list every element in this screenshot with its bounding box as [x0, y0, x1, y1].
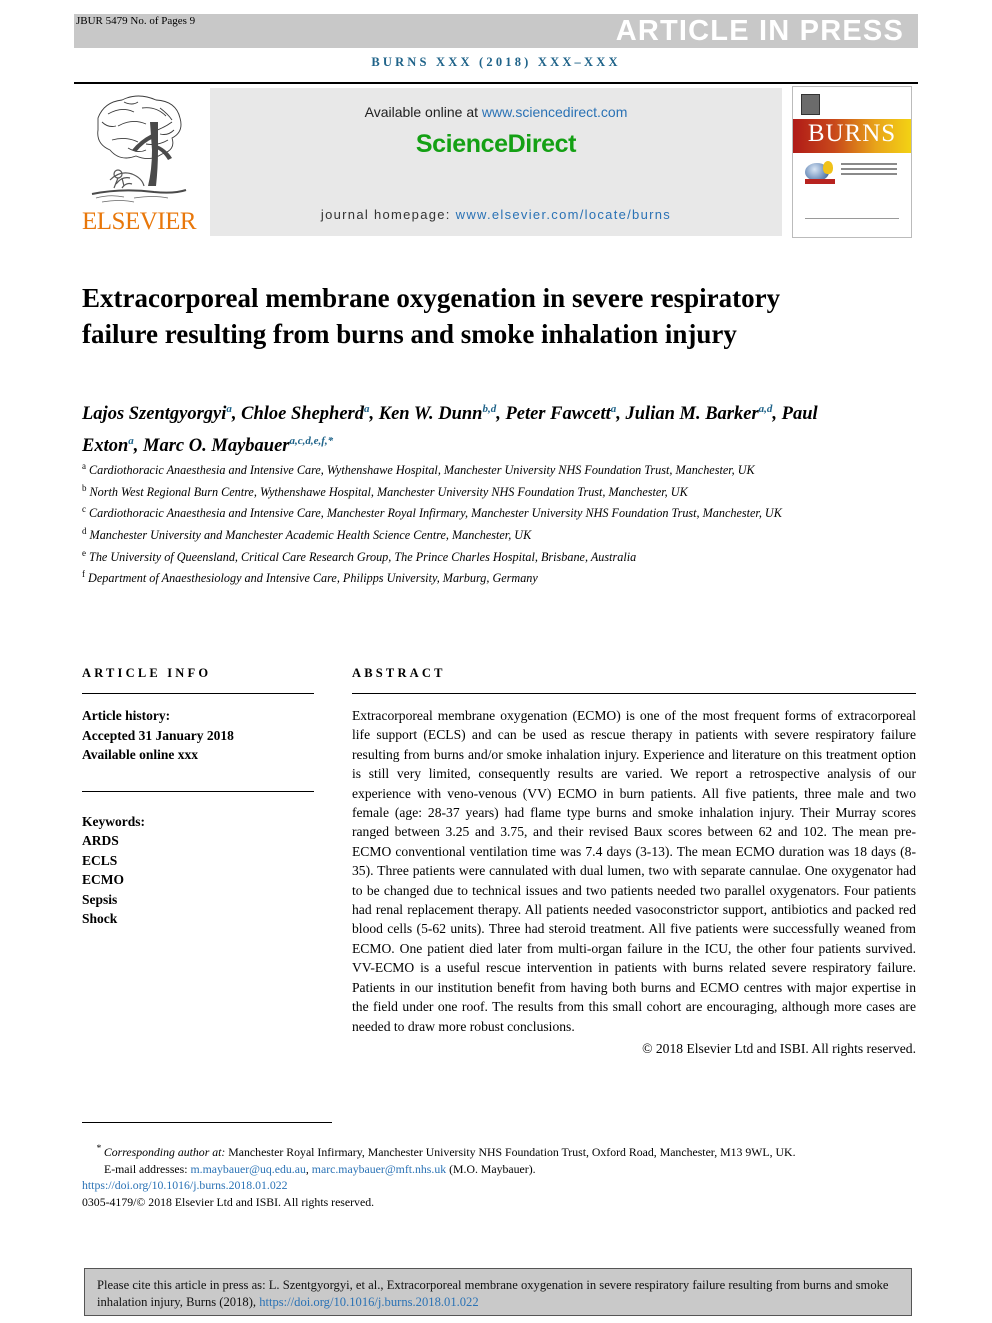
author-name: Lajos Szentgyorgyi	[82, 404, 227, 425]
author-name: Marc O. Maybauer	[143, 436, 290, 457]
affiliation-text: Manchester University and Manchester Aca…	[89, 528, 532, 543]
footnote-divider	[82, 1122, 332, 1123]
journal-cover-thumbnail: BURNS	[792, 86, 912, 238]
elsevier-wordmark: ELSEVIER	[82, 208, 197, 235]
author-list: Lajos Szentgyorgyia, Chloe Shepherda, Ke…	[82, 403, 818, 457]
cover-society-text-lines	[841, 163, 897, 178]
isbi-flame-icon	[823, 161, 833, 174]
article-in-press-band: ARTICLE IN PRESS	[74, 14, 918, 48]
doi-link[interactable]: https://doi.org/10.1016/j.burns.2018.01.…	[82, 1177, 918, 1194]
affiliation-item: b North West Regional Burn Centre, Wythe…	[82, 480, 800, 502]
affiliation-text: Cardiothoracic Anaesthesia and Intensive…	[89, 463, 755, 478]
abstract-divider	[352, 693, 916, 694]
page-title: Extracorporeal membrane oxygenation in s…	[82, 283, 781, 350]
email-link-primary[interactable]: m.maybauer@uq.edu.au	[191, 1162, 306, 1176]
corresponding-author-note: * Corresponding author at: Manchester Ro…	[82, 1141, 918, 1161]
author-affiliation-marker: a	[128, 435, 134, 448]
available-online-line: Available online at www.sciencedirect.co…	[210, 104, 782, 120]
author-name: Peter Fawcett	[505, 404, 611, 425]
author-affiliation-marker: a	[226, 403, 232, 415]
sciencedirect-url-link[interactable]: www.sciencedirect.com	[482, 104, 628, 120]
affiliation-text: Department of Anaesthesiology and Intens…	[88, 571, 538, 586]
email-attribution: (M.O. Maybauer).	[449, 1161, 536, 1176]
cite-doi-link[interactable]: https://doi.org/10.1016/j.burns.2018.01.…	[259, 1295, 478, 1309]
journal-homepage-prefix: journal homepage:	[320, 207, 456, 222]
email-label: E-mail addresses:	[104, 1161, 188, 1176]
elsevier-tree-icon	[91, 95, 187, 203]
author-name: Julian M. Barker	[625, 404, 759, 425]
publisher-banner: ELSEVIER Available online at www.science…	[74, 86, 918, 238]
keyword-item: ECMO	[82, 872, 124, 887]
keyword-item: ECLS	[82, 852, 118, 868]
keywords-block: Keywords: ARDS ECLS ECMO Sepsis Shock	[82, 812, 314, 929]
article-history-block: Article history: Accepted 31 January 201…	[82, 706, 314, 765]
issn-copyright-line: 0305-4179/© 2018 Elsevier Ltd and ISBI. …	[82, 1194, 375, 1209]
article-info-heading: ARTICLE INFO	[82, 666, 212, 680]
cover-journal-title: BURNS	[807, 120, 897, 147]
article-accepted-date: Accepted 31 January 2018	[82, 727, 234, 743]
affiliation-item: c Cardiothoracic Anaesthesia and Intensi…	[82, 501, 800, 523]
affiliation-marker: f	[82, 569, 85, 580]
journal-homepage-line: journal homepage: www.elsevier.com/locat…	[210, 207, 782, 222]
sciencedirect-wordmark: ScienceDirect	[415, 130, 577, 158]
email-link-secondary[interactable]: marc.maybauer@mft.nhs.uk	[312, 1162, 446, 1176]
author-affiliation-marker: a	[364, 403, 370, 415]
keyword-item: Shock	[82, 911, 118, 926]
author-name: Ken W. Dunn	[378, 404, 483, 425]
isbi-banner-icon	[805, 179, 835, 184]
abstract-heading: ABSTRACT	[352, 666, 446, 680]
article-info-divider	[82, 693, 314, 694]
article-info-column: ARTICLE INFO Article history: Accepted 3…	[82, 666, 314, 929]
affiliation-marker: e	[82, 547, 86, 558]
affiliation-list: a Cardiothoracic Anaesthesia and Intensi…	[82, 458, 800, 588]
article-in-press-label: ARTICLE IN PRESS	[615, 15, 904, 47]
keyword-item: Sepsis	[82, 891, 118, 907]
affiliation-text: North West Regional Burn Centre, Wythens…	[89, 484, 688, 499]
corresponding-author-label: Corresponding author at:	[103, 1144, 226, 1159]
affiliation-marker: a	[82, 461, 86, 471]
available-online-prefix: Available online at	[364, 104, 482, 120]
corresponding-author-marker: a,c,d,e,f,*	[289, 435, 334, 448]
cover-bottom-rule	[805, 218, 899, 219]
affiliation-text: Cardiothoracic Anaesthesia and Intensive…	[89, 506, 782, 521]
affiliation-marker: c	[82, 504, 86, 515]
journal-homepage-link[interactable]: www.elsevier.com/locate/burns	[456, 207, 671, 222]
header-divider-rule	[74, 82, 918, 84]
cite-text-body: Please cite this article in press as: L.…	[97, 1278, 889, 1309]
affiliation-marker: b	[82, 482, 87, 493]
keyword-item: ARDS	[82, 833, 119, 848]
keywords-label: Keywords:	[82, 813, 145, 829]
affiliation-marker: d	[82, 525, 87, 536]
article-history-label: Article history:	[82, 708, 171, 723]
affiliation-item: f Department of Anaesthesiology and Inte…	[82, 566, 800, 588]
journal-reference-line: BURNS XXX (2018) XXX–XXX	[371, 55, 621, 69]
affiliation-item: d Manchester University and Manchester A…	[82, 523, 800, 545]
email-note: E-mail addresses: m.maybauer@uq.edu.au, …	[82, 1161, 918, 1178]
cite-this-article-text: Please cite this article in press as: L.…	[97, 1277, 899, 1311]
author-name: Chloe Shepherd	[241, 404, 364, 425]
affiliation-item: e The University of Queensland, Critical…	[82, 545, 800, 567]
affiliation-text: The University of Queensland, Critical C…	[89, 549, 637, 564]
elsevier-logo: ELSEVIER	[80, 86, 198, 238]
author-affiliation-marker: a	[610, 403, 617, 415]
author-affiliation-marker: a,d	[758, 403, 773, 415]
corresponding-author-address: Manchester Royal Infirmary, Manchester U…	[225, 1144, 796, 1159]
footnote-block: * Corresponding author at: Manchester Ro…	[82, 1141, 918, 1210]
keywords-divider	[82, 790, 314, 792]
corresponding-author-symbol: *	[96, 1143, 101, 1154]
manuscript-id-label: JBUR 5479 No. of Pages 9	[76, 15, 196, 27]
article-available-online: Available online xxx	[82, 747, 199, 762]
sciencedirect-box: Available online at www.sciencedirect.co…	[210, 88, 782, 236]
abstract-column: ABSTRACT Extracorporeal membrane oxygena…	[352, 666, 916, 1058]
cover-stamp-icon	[801, 94, 820, 115]
cite-this-article-box: Please cite this article in press as: L.…	[84, 1268, 912, 1316]
author-affiliation-marker: b,d	[482, 403, 497, 415]
abstract-body: Extracorporeal membrane oxygenation (ECM…	[352, 708, 916, 1034]
affiliation-item: a Cardiothoracic Anaesthesia and Intensi…	[82, 458, 800, 480]
abstract-copyright: © 2018 Elsevier Ltd and ISBI. All rights…	[642, 1040, 916, 1056]
